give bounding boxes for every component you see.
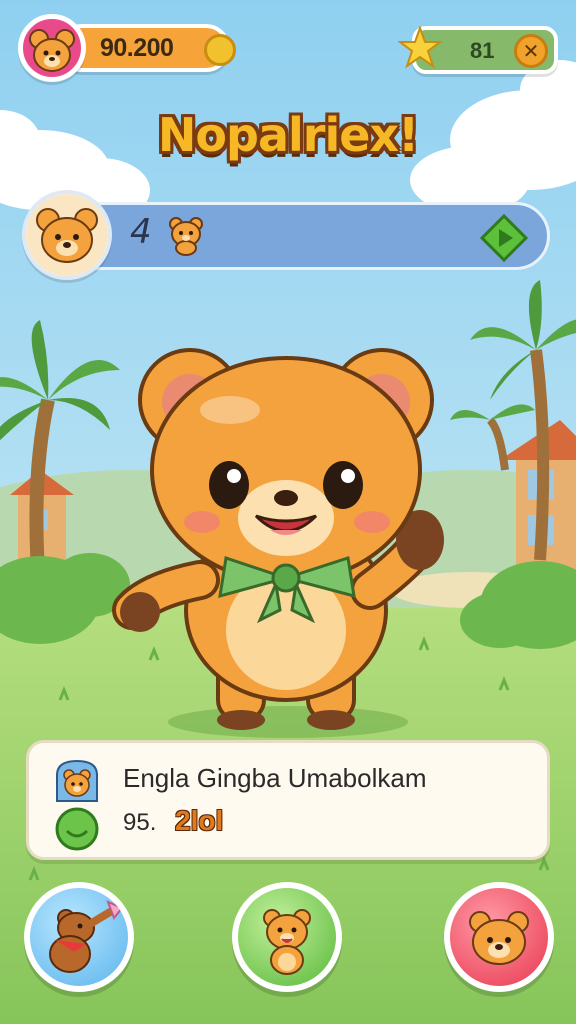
card-stat-prefix: 95. [123,809,157,836]
green-smiley-icon [55,807,99,851]
card-title: Engla Gingba Umabolkam [123,763,427,793]
bear-face-icon [469,911,529,965]
dancing-bear-icon [49,900,124,973]
mini-bear-icon [169,217,203,256]
bear-avatar-icon[interactable] [18,14,86,82]
bear-character[interactable] [110,340,460,740]
page-title: Nopalriex! [157,108,419,162]
coins-amount: 90.200 [100,34,174,62]
happy-bear-button[interactable] [232,882,342,992]
coins-panel[interactable]: 90.200 [18,14,236,82]
card-stat-value: 2lol [175,805,224,836]
dance-bear-button[interactable] [24,882,134,992]
close-icon[interactable]: ✕ [514,34,548,68]
play-icon[interactable] [480,214,528,262]
happy-bear-icon [263,909,311,975]
bear-count: 4 [130,212,152,252]
info-card: Engla Gingba Umabolkam 95. 2lol [26,740,550,860]
star-icon [398,26,442,69]
bear-profile-icon [56,759,98,802]
level-number: 81 [470,38,495,63]
bear-face-icon [22,190,112,280]
progress-bar: 4 [22,190,550,280]
level-panel[interactable]: 81 ✕ [398,20,564,80]
bear-face-button[interactable] [444,882,554,992]
coin-icon [204,34,236,66]
